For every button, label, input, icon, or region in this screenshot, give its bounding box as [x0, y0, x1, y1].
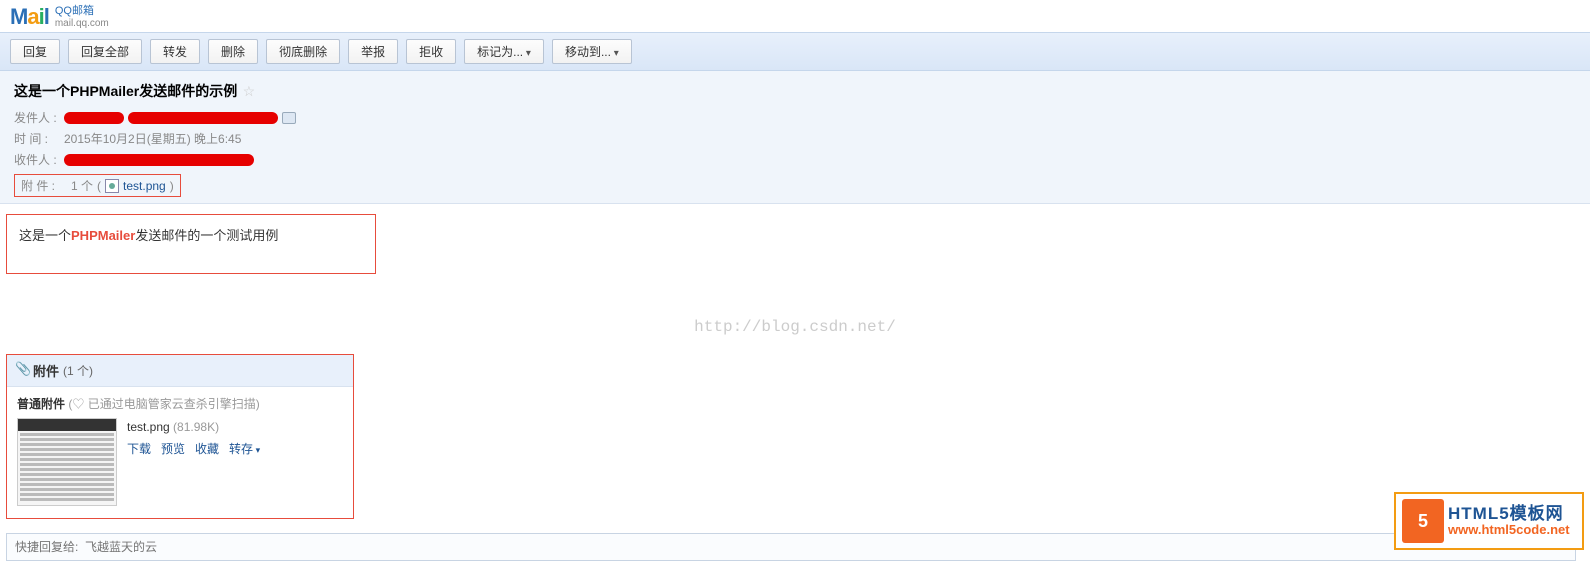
from-label: 发件人 :	[14, 109, 60, 126]
shield-icon: ♡	[72, 397, 84, 411]
save-to-dropdown[interactable]: 转存	[229, 440, 260, 457]
attachment-item: test.png (81.98K) 下载 预览 收藏 转存	[17, 418, 343, 506]
mail-logo-icon: Mail	[10, 4, 49, 30]
brand-name: QQ邮箱	[55, 5, 109, 17]
mail-toolbar: 回复 回复全部 转发 删除 彻底删除 举报 拒收 标记为... 移动到...	[0, 32, 1590, 71]
forward-button[interactable]: 转发	[150, 39, 200, 64]
badge-url: www.html5code.net	[1448, 523, 1570, 538]
quick-reply-input[interactable]	[15, 540, 1567, 554]
from-redacted	[64, 112, 124, 124]
mark-as-dropdown[interactable]: 标记为...	[464, 39, 544, 64]
report-button[interactable]: 举报	[348, 39, 398, 64]
mail-body-text: 这是一个PHPMailer发送邮件的一个测试用例	[19, 228, 278, 243]
delete-button[interactable]: 删除	[208, 39, 258, 64]
html5-icon: 5	[1402, 499, 1444, 543]
attachment-thumbnail[interactable]	[17, 418, 117, 506]
attachment-inline-row: 附 件 : 1 个 ( test.png )	[14, 174, 181, 197]
attachments-title: 附件	[33, 361, 59, 380]
attachments-count: (1 个)	[63, 362, 93, 379]
from-email-redacted	[128, 112, 278, 124]
brand-domain: mail.qq.com	[55, 18, 109, 29]
download-link[interactable]: 下载	[127, 440, 151, 457]
to-label: 收件人 :	[14, 151, 60, 168]
reply-button[interactable]: 回复	[10, 39, 60, 64]
attachments-section: 附件(1 个) 普通附件 (♡ 已通过电脑管家云查杀引擎扫描) test.png…	[6, 354, 354, 519]
vcard-icon[interactable]	[282, 112, 296, 124]
normal-attachment-label: 普通附件	[17, 397, 65, 411]
to-redacted	[64, 154, 254, 166]
logo-text: QQ邮箱 mail.qq.com	[55, 5, 109, 28]
attachment-count: 1 个	[71, 177, 93, 194]
move-to-dropdown[interactable]: 移动到...	[552, 39, 632, 64]
badge-title: HTML5模板网	[1448, 504, 1570, 524]
scan-text: 已通过电脑管家云查杀引擎扫描	[88, 397, 256, 411]
attachments-header: 附件(1 个)	[7, 355, 353, 387]
mail-body: 这是一个PHPMailer发送邮件的一个测试用例	[6, 214, 376, 274]
quick-reply-box[interactable]	[6, 533, 1576, 561]
attachment-filename-link[interactable]: test.png	[123, 179, 166, 193]
logo-area: Mail QQ邮箱 mail.qq.com	[0, 0, 1590, 32]
image-icon	[105, 179, 119, 193]
reply-all-button[interactable]: 回复全部	[68, 39, 142, 64]
delete-permanent-button[interactable]: 彻底删除	[266, 39, 340, 64]
mail-subject: 这是一个PHPMailer发送邮件的示例	[14, 83, 237, 99]
time-label: 时 间 :	[14, 130, 60, 147]
star-icon[interactable]: ☆	[243, 83, 256, 99]
paperclip-icon	[15, 364, 29, 378]
reject-button[interactable]: 拒收	[406, 39, 456, 64]
file-name: test.png	[127, 420, 170, 434]
time-value: 2015年10月2日(星期五) 晚上6:45	[64, 130, 241, 147]
mail-header: 这是一个PHPMailer发送邮件的示例 ☆ 发件人 : 时 间 : 2015年…	[0, 71, 1590, 204]
site-badge[interactable]: 5 HTML5模板网 www.html5code.net	[1394, 492, 1584, 550]
watermark-text: http://blog.csdn.net/	[0, 318, 1590, 336]
attachment-label: 附 件 :	[21, 177, 67, 194]
file-size: (81.98K)	[173, 420, 219, 434]
favorite-link[interactable]: 收藏	[195, 440, 219, 457]
preview-link[interactable]: 预览	[161, 440, 185, 457]
